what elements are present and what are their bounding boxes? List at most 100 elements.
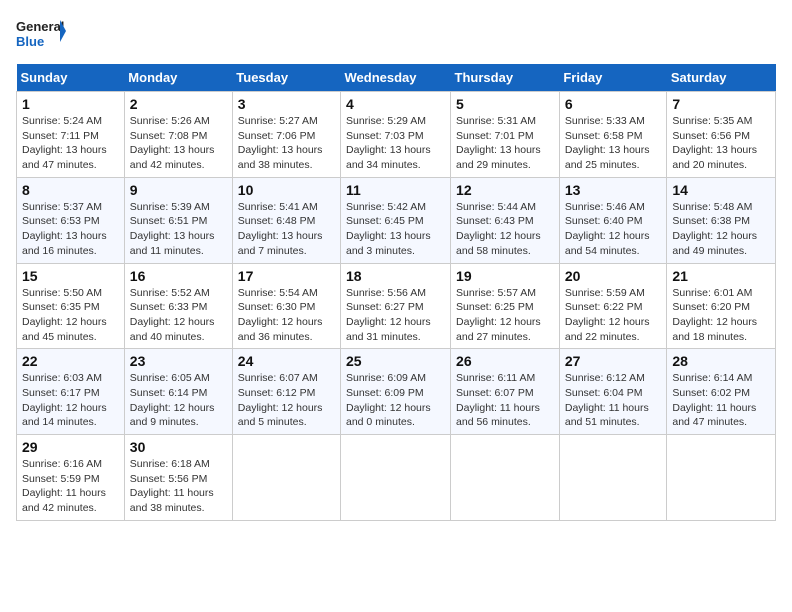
calendar-cell xyxy=(451,435,560,521)
day-info: Sunrise: 5:54 AMSunset: 6:30 PMDaylight:… xyxy=(238,286,335,345)
day-info: Sunrise: 5:59 AMSunset: 6:22 PMDaylight:… xyxy=(565,286,662,345)
day-number: 5 xyxy=(456,96,554,112)
day-info: Sunrise: 6:12 AMSunset: 6:04 PMDaylight:… xyxy=(565,371,662,430)
svg-text:General: General xyxy=(16,19,64,34)
day-info: Sunrise: 5:26 AMSunset: 7:08 PMDaylight:… xyxy=(130,114,227,173)
day-number: 19 xyxy=(456,268,554,284)
calendar-cell: 28 Sunrise: 6:14 AMSunset: 6:02 PMDaylig… xyxy=(667,349,776,435)
calendar-cell: 6 Sunrise: 5:33 AMSunset: 6:58 PMDayligh… xyxy=(559,92,667,178)
day-number: 8 xyxy=(22,182,119,198)
day-info: Sunrise: 5:57 AMSunset: 6:25 PMDaylight:… xyxy=(456,286,554,345)
calendar-table: SundayMondayTuesdayWednesdayThursdayFrid… xyxy=(16,64,776,521)
calendar-cell: 27 Sunrise: 6:12 AMSunset: 6:04 PMDaylig… xyxy=(559,349,667,435)
day-info: Sunrise: 5:44 AMSunset: 6:43 PMDaylight:… xyxy=(456,200,554,259)
day-number: 13 xyxy=(565,182,662,198)
logo-icon: General Blue xyxy=(16,16,66,52)
calendar-cell: 8 Sunrise: 5:37 AMSunset: 6:53 PMDayligh… xyxy=(17,177,125,263)
calendar-cell: 5 Sunrise: 5:31 AMSunset: 7:01 PMDayligh… xyxy=(451,92,560,178)
calendar-cell xyxy=(559,435,667,521)
calendar-cell: 14 Sunrise: 5:48 AMSunset: 6:38 PMDaylig… xyxy=(667,177,776,263)
day-info: Sunrise: 5:42 AMSunset: 6:45 PMDaylight:… xyxy=(346,200,445,259)
day-number: 15 xyxy=(22,268,119,284)
calendar-cell: 12 Sunrise: 5:44 AMSunset: 6:43 PMDaylig… xyxy=(451,177,560,263)
day-number: 26 xyxy=(456,353,554,369)
day-info: Sunrise: 5:35 AMSunset: 6:56 PMDaylight:… xyxy=(672,114,770,173)
calendar-cell: 2 Sunrise: 5:26 AMSunset: 7:08 PMDayligh… xyxy=(124,92,232,178)
calendar-cell xyxy=(667,435,776,521)
col-header-friday: Friday xyxy=(559,64,667,92)
day-info: Sunrise: 5:31 AMSunset: 7:01 PMDaylight:… xyxy=(456,114,554,173)
day-info: Sunrise: 6:14 AMSunset: 6:02 PMDaylight:… xyxy=(672,371,770,430)
calendar-cell: 19 Sunrise: 5:57 AMSunset: 6:25 PMDaylig… xyxy=(451,263,560,349)
calendar-cell: 25 Sunrise: 6:09 AMSunset: 6:09 PMDaylig… xyxy=(341,349,451,435)
day-info: Sunrise: 5:27 AMSunset: 7:06 PMDaylight:… xyxy=(238,114,335,173)
col-header-thursday: Thursday xyxy=(451,64,560,92)
day-number: 16 xyxy=(130,268,227,284)
col-header-wednesday: Wednesday xyxy=(341,64,451,92)
day-number: 25 xyxy=(346,353,445,369)
day-number: 2 xyxy=(130,96,227,112)
calendar-cell: 11 Sunrise: 5:42 AMSunset: 6:45 PMDaylig… xyxy=(341,177,451,263)
day-info: Sunrise: 5:48 AMSunset: 6:38 PMDaylight:… xyxy=(672,200,770,259)
day-number: 27 xyxy=(565,353,662,369)
day-info: Sunrise: 5:39 AMSunset: 6:51 PMDaylight:… xyxy=(130,200,227,259)
day-number: 6 xyxy=(565,96,662,112)
calendar-cell xyxy=(341,435,451,521)
day-info: Sunrise: 5:33 AMSunset: 6:58 PMDaylight:… xyxy=(565,114,662,173)
calendar-cell: 3 Sunrise: 5:27 AMSunset: 7:06 PMDayligh… xyxy=(232,92,340,178)
calendar-cell: 17 Sunrise: 5:54 AMSunset: 6:30 PMDaylig… xyxy=(232,263,340,349)
calendar-cell: 21 Sunrise: 6:01 AMSunset: 6:20 PMDaylig… xyxy=(667,263,776,349)
day-info: Sunrise: 5:37 AMSunset: 6:53 PMDaylight:… xyxy=(22,200,119,259)
col-header-tuesday: Tuesday xyxy=(232,64,340,92)
day-info: Sunrise: 5:56 AMSunset: 6:27 PMDaylight:… xyxy=(346,286,445,345)
day-number: 29 xyxy=(22,439,119,455)
day-number: 20 xyxy=(565,268,662,284)
calendar-cell: 7 Sunrise: 5:35 AMSunset: 6:56 PMDayligh… xyxy=(667,92,776,178)
day-number: 21 xyxy=(672,268,770,284)
calendar-cell: 23 Sunrise: 6:05 AMSunset: 6:14 PMDaylig… xyxy=(124,349,232,435)
day-info: Sunrise: 5:50 AMSunset: 6:35 PMDaylight:… xyxy=(22,286,119,345)
calendar-cell: 15 Sunrise: 5:50 AMSunset: 6:35 PMDaylig… xyxy=(17,263,125,349)
day-info: Sunrise: 6:09 AMSunset: 6:09 PMDaylight:… xyxy=(346,371,445,430)
day-info: Sunrise: 5:52 AMSunset: 6:33 PMDaylight:… xyxy=(130,286,227,345)
day-number: 24 xyxy=(238,353,335,369)
page-header: General Blue xyxy=(16,16,776,52)
day-number: 22 xyxy=(22,353,119,369)
calendar-cell xyxy=(232,435,340,521)
logo: General Blue xyxy=(16,16,66,52)
calendar-cell: 4 Sunrise: 5:29 AMSunset: 7:03 PMDayligh… xyxy=(341,92,451,178)
day-number: 10 xyxy=(238,182,335,198)
day-number: 23 xyxy=(130,353,227,369)
day-number: 9 xyxy=(130,182,227,198)
day-number: 4 xyxy=(346,96,445,112)
day-number: 7 xyxy=(672,96,770,112)
calendar-cell: 22 Sunrise: 6:03 AMSunset: 6:17 PMDaylig… xyxy=(17,349,125,435)
day-number: 11 xyxy=(346,182,445,198)
day-number: 14 xyxy=(672,182,770,198)
calendar-cell: 30 Sunrise: 6:18 AMSunset: 5:56 PMDaylig… xyxy=(124,435,232,521)
calendar-cell: 16 Sunrise: 5:52 AMSunset: 6:33 PMDaylig… xyxy=(124,263,232,349)
day-info: Sunrise: 6:01 AMSunset: 6:20 PMDaylight:… xyxy=(672,286,770,345)
day-number: 1 xyxy=(22,96,119,112)
calendar-cell: 24 Sunrise: 6:07 AMSunset: 6:12 PMDaylig… xyxy=(232,349,340,435)
calendar-cell: 18 Sunrise: 5:56 AMSunset: 6:27 PMDaylig… xyxy=(341,263,451,349)
day-number: 12 xyxy=(456,182,554,198)
day-info: Sunrise: 5:24 AMSunset: 7:11 PMDaylight:… xyxy=(22,114,119,173)
day-number: 17 xyxy=(238,268,335,284)
calendar-cell: 20 Sunrise: 5:59 AMSunset: 6:22 PMDaylig… xyxy=(559,263,667,349)
day-info: Sunrise: 6:03 AMSunset: 6:17 PMDaylight:… xyxy=(22,371,119,430)
day-info: Sunrise: 6:16 AMSunset: 5:59 PMDaylight:… xyxy=(22,457,119,516)
svg-text:Blue: Blue xyxy=(16,34,44,49)
calendar-cell: 10 Sunrise: 5:41 AMSunset: 6:48 PMDaylig… xyxy=(232,177,340,263)
day-number: 3 xyxy=(238,96,335,112)
day-number: 18 xyxy=(346,268,445,284)
day-info: Sunrise: 6:07 AMSunset: 6:12 PMDaylight:… xyxy=(238,371,335,430)
day-info: Sunrise: 5:29 AMSunset: 7:03 PMDaylight:… xyxy=(346,114,445,173)
day-info: Sunrise: 6:05 AMSunset: 6:14 PMDaylight:… xyxy=(130,371,227,430)
calendar-cell: 9 Sunrise: 5:39 AMSunset: 6:51 PMDayligh… xyxy=(124,177,232,263)
calendar-cell: 1 Sunrise: 5:24 AMSunset: 7:11 PMDayligh… xyxy=(17,92,125,178)
day-info: Sunrise: 6:11 AMSunset: 6:07 PMDaylight:… xyxy=(456,371,554,430)
day-info: Sunrise: 5:41 AMSunset: 6:48 PMDaylight:… xyxy=(238,200,335,259)
col-header-sunday: Sunday xyxy=(17,64,125,92)
day-info: Sunrise: 6:18 AMSunset: 5:56 PMDaylight:… xyxy=(130,457,227,516)
